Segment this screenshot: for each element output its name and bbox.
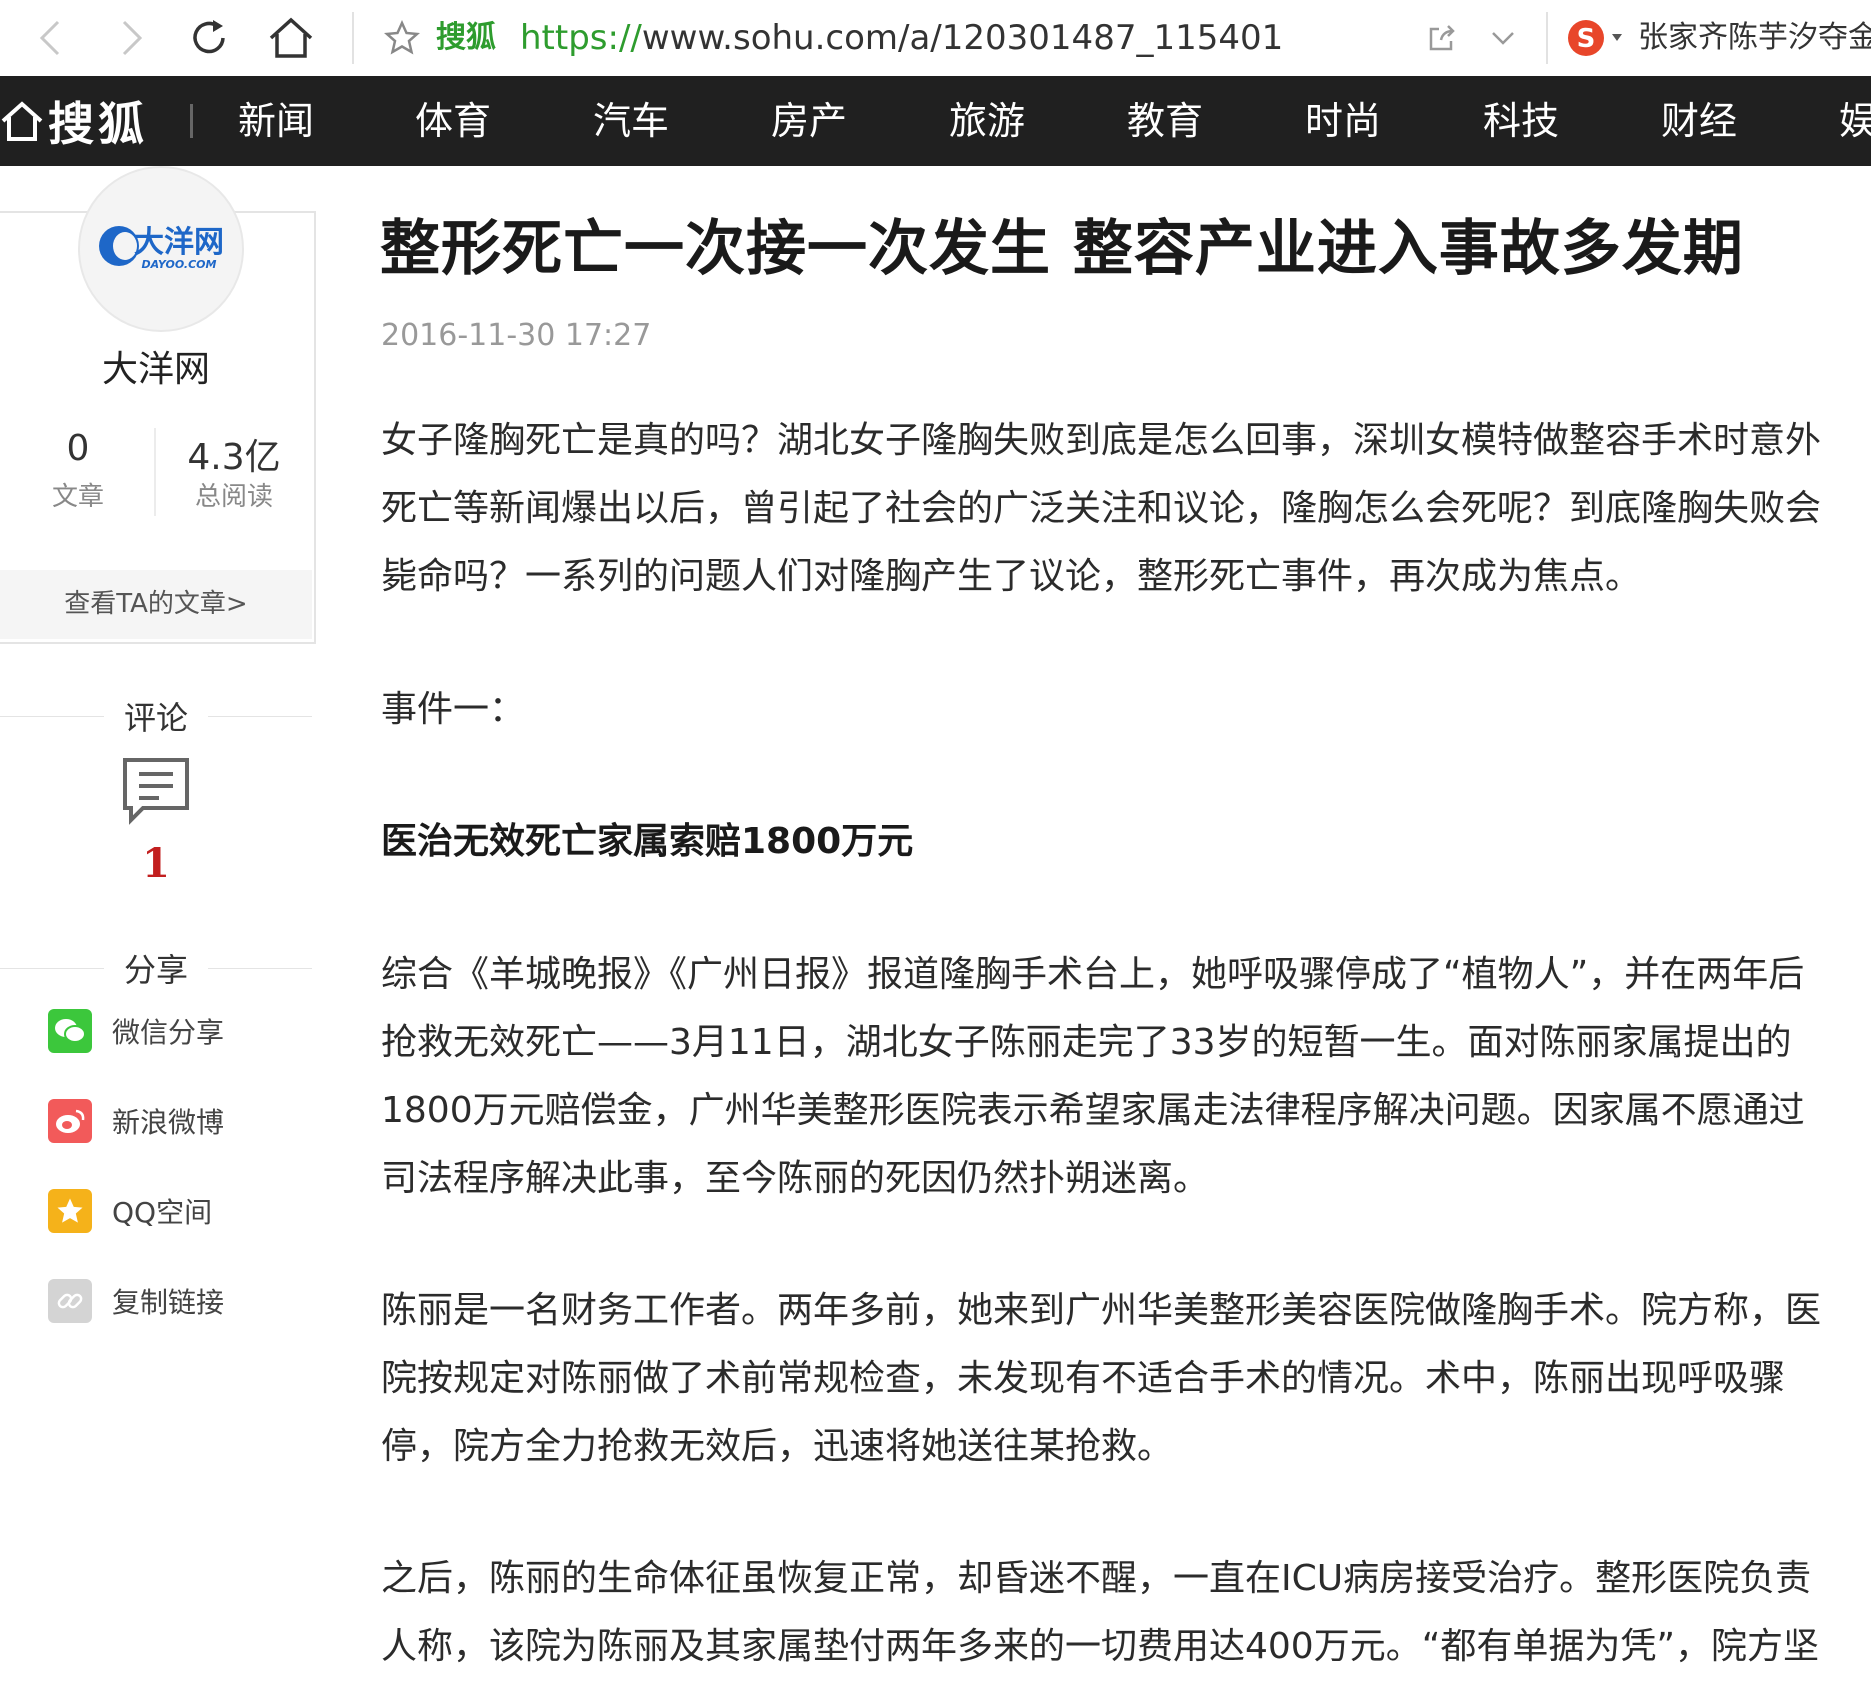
share-heading-text: 分享 [109,945,202,991]
reload-icon[interactable] [186,0,232,76]
dropdown-chevron-icon[interactable] [1486,0,1520,76]
nav-item-travel[interactable]: 旅游 [949,76,1025,166]
article-title: 整形死亡一次接一次发生 整容产业进入事故多发期 [380,214,1744,284]
nav-item-sports[interactable]: 体育 [415,76,491,166]
share-copy-link-label: 复制链接 [112,1286,225,1319]
toolbar-divider [352,12,354,64]
home-icon [1,101,43,141]
nav-item-entertainment[interactable]: 娱 [1839,76,1871,166]
reads-count: 4.3亿 [187,437,281,478]
share-weibo[interactable]: 新浪微博 [48,1098,224,1144]
search-box-hint[interactable]: 张家齐陈芋汐夺金 [1638,0,1871,76]
article-subheading: 医治无效死亡家属索赔1800万元 [381,821,914,862]
nav-item-finance[interactable]: 财经 [1661,76,1737,166]
share-copy-link[interactable]: 复制链接 [48,1278,224,1324]
svg-text:DAYOO.COM: DAYOO.COM [142,258,217,271]
article-paragraph: 女子隆胸死亡是真的吗？湖北女子隆胸失败到底是怎么回事，深圳女模特做整容手术时意外… [381,420,1822,597]
article-paragraph: 之后，陈丽的生命体征虽恢复正常，却昏迷不醒，一直在ICU病房接受治疗。整形医院负… [381,1558,1820,1667]
article-paragraph: 综合《羊城晚报》《广州日报》报道隆胸手术台上，她呼吸骤停成了“植物人”，并在两年… [381,954,1805,1199]
forward-icon[interactable] [112,0,152,76]
weibo-icon [48,1099,92,1143]
heading-rule [0,716,104,717]
author-avatar[interactable]: 大洋网 DAYOO.COM [78,166,244,332]
share-wechat[interactable]: 微信分享 [48,1008,224,1054]
articles-label: 文章 [51,482,104,512]
sohu-logo[interactable]: 搜狐 [0,76,148,166]
nav-item-auto[interactable]: 汽车 [593,76,669,166]
articles-count: 0 [66,428,90,469]
nav-item-education[interactable]: 教育 [1127,76,1203,166]
back-icon[interactable] [30,0,70,76]
share-qzone-label: QQ空间 [112,1196,213,1229]
svg-text:S: S [1577,24,1596,54]
article-date: 2016-11-30 17:27 [381,318,652,353]
share-page-icon[interactable] [1424,0,1460,76]
url-path: www.sohu.com/a/120301487_115401 [641,18,1284,58]
dayoo-logo-icon: 大洋网 DAYOO.COM [99,225,224,271]
heading-rule [208,716,312,717]
search-engine-icon[interactable]: S [1564,0,1632,76]
heading-rule [208,968,312,969]
link-icon [48,1279,92,1323]
comments-heading: 评论 [0,693,312,739]
browser-toolbar: 搜狐 https://www.sohu.com/a/120301487_1154… [0,0,1871,77]
comment-count[interactable]: 1 [0,840,312,887]
share-wechat-label: 微信分享 [112,1016,225,1049]
site-nav-bar: 搜狐 新闻 体育 汽车 房产 旅游 教育 时尚 科技 财经 娱 [0,76,1871,166]
nav-item-news[interactable]: 新闻 [238,76,314,166]
logo-text: 搜狐 [48,97,148,151]
nav-item-realestate[interactable]: 房产 [771,76,847,166]
share-heading: 分享 [0,945,312,991]
share-qzone[interactable]: QQ空间 [48,1188,212,1234]
qzone-icon [48,1189,92,1233]
home-icon[interactable] [266,0,316,76]
share-weibo-label: 新浪微博 [112,1106,225,1139]
article-paragraph: 事件一： [381,689,526,730]
heading-rule [0,968,104,969]
nav-divider [190,104,193,138]
nav-item-tech[interactable]: 科技 [1483,76,1559,166]
article-paragraph: 陈丽是一名财务工作者。两年多前，她来到广州华美整形美容医院做隆胸手术。院方称，医… [381,1290,1822,1467]
address-bar[interactable]: https://www.sohu.com/a/120301487_115401 [520,0,1283,76]
svg-text:大洋网: 大洋网 [134,225,224,260]
author-name[interactable]: 大洋网 [0,340,312,392]
wechat-icon [48,1009,92,1053]
nav-item-fashion[interactable]: 时尚 [1305,76,1381,166]
address-site-label: 搜狐 [436,20,496,55]
reads-label: 总阅读 [194,482,273,512]
bookmark-star-icon[interactable] [382,0,422,76]
url-scheme: https:// [520,18,642,58]
view-author-articles-link[interactable]: 查看TA的文章> [0,570,312,639]
comments-heading-text: 评论 [109,693,202,739]
toolbar-divider [1546,12,1548,64]
comment-icon[interactable] [121,756,191,830]
